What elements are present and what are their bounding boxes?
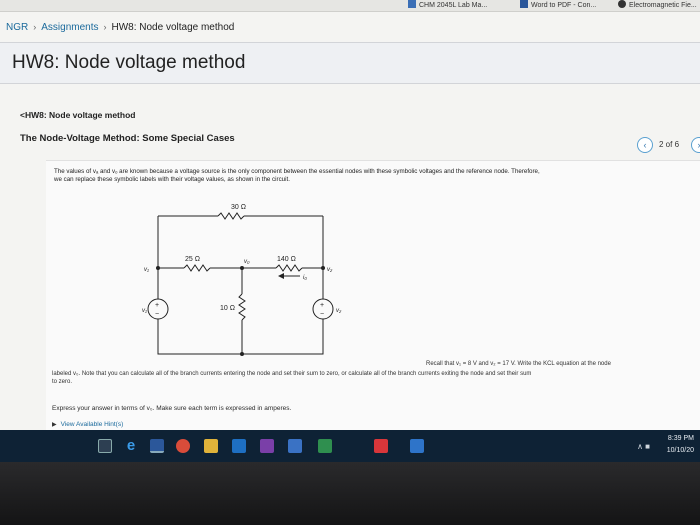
breadcrumb-root[interactable]: NGR (6, 22, 28, 33)
chevron-left-icon[interactable]: ‹ (637, 137, 653, 153)
label-src-right: v₂ (336, 308, 342, 314)
word-icon (520, 0, 528, 8)
label-r-right: 140 Ω (277, 256, 296, 263)
view-hints-link[interactable]: ▶ View Available Hint(s) (52, 421, 123, 428)
resistor-30 (217, 212, 245, 220)
label-r-left: 25 Ω (185, 256, 200, 263)
clock-date: 10/10/20 (666, 447, 694, 454)
page-title: HW8: Node voltage method (12, 52, 246, 73)
src-right-plus: + (320, 302, 324, 309)
resistor-25 (183, 264, 211, 272)
resistor-10 (238, 293, 246, 321)
label-i0: i₀ (303, 275, 307, 281)
src-left-plus: + (155, 302, 159, 309)
kcl-line-1: labeled v₀. Note that you can calculate … (52, 371, 532, 377)
node-v0 (240, 266, 244, 270)
acrobat-icon[interactable] (374, 439, 388, 453)
pager-text: 2 of 6 (659, 140, 680, 149)
laptop-screen: CHM 2045L Lab Ma... Word to PDF - Con...… (0, 0, 700, 462)
label-v2: v₂ (327, 267, 333, 273)
clock-time: 8:39 PM (667, 435, 694, 442)
document-icon (408, 0, 416, 8)
recall-text: Recall that v₁ = 8 V and v₂ = 17 V. Writ… (426, 361, 611, 367)
back-to-assignment-link[interactable]: <HW8: Node voltage method (20, 110, 135, 120)
strip-item-lab-manual[interactable]: CHM 2045L Lab Ma... (408, 0, 487, 12)
node-v2 (321, 266, 325, 270)
intro-text: The values of vₐ and vₒ are known becaus… (54, 168, 694, 184)
chrome-icon[interactable] (176, 439, 190, 453)
node-v1 (156, 266, 160, 270)
system-clock[interactable]: 8:39 PM 10/10/20 (667, 433, 694, 457)
laptop-bezel (0, 462, 700, 525)
label-r-top: 30 Ω (231, 204, 246, 211)
strip-item-electromagnetic[interactable]: Electromagnetic Fie... (618, 0, 697, 12)
system-tray-icons[interactable]: ∧ ■ (637, 442, 650, 451)
label-v0: v₀ (244, 259, 250, 265)
word-icon[interactable] (150, 439, 164, 453)
triangle-right-icon: ▶ (52, 422, 57, 428)
current-arrow-head (278, 273, 284, 279)
store-icon[interactable] (232, 439, 246, 453)
src-left-minus: − (155, 311, 159, 318)
section-title: The Node-Voltage Method: Some Special Ca… (20, 133, 235, 144)
chevron-right-icon: › (103, 22, 107, 32)
kcl-line-2: to zero. (52, 379, 73, 385)
breadcrumb-assignments[interactable]: Assignments (41, 22, 98, 33)
edge-icon[interactable]: e (124, 438, 138, 453)
express-instructions: Express your answer in terms of v₀. Make… (52, 405, 292, 412)
label-src-left: v₁ (142, 308, 147, 314)
breadcrumb: NGR › Assignments › HW8: Node voltage method (6, 22, 234, 33)
onedrive-icon[interactable] (288, 439, 302, 453)
intro-line-2: we can replace these symbolic labels wit… (54, 176, 290, 183)
label-v1: v₁ (144, 267, 149, 273)
windows-taskbar: e ∧ ■ 8:39 PM 10/10/20 (0, 430, 700, 462)
top-taskbar-strip: CHM 2045L Lab Ma... Word to PDF - Con...… (0, 0, 700, 12)
chevron-right-icon: › (33, 22, 37, 32)
kcl-instructions: labeled v₀. Note that you can calculate … (52, 370, 692, 386)
task-view-icon[interactable] (98, 439, 112, 453)
resistor-140 (275, 264, 303, 272)
hints-label: View Available Hint(s) (60, 421, 124, 428)
node-ground (240, 352, 244, 356)
chevron-right-icon[interactable]: › (691, 137, 700, 153)
file-explorer-icon[interactable] (204, 439, 218, 453)
wire-frame (157, 216, 324, 355)
src-right-minus: − (320, 311, 324, 318)
media-icon[interactable] (410, 439, 424, 453)
circuit-diagram: 30 Ω 25 Ω 140 Ω 10 Ω v₁ v₂ v₀ i₀ v₁ v₂ +… (142, 204, 342, 356)
label-r-mid: 10 Ω (220, 305, 235, 312)
chrome-icon (618, 0, 626, 8)
onenote-icon[interactable] (260, 439, 274, 453)
unknown-icon[interactable] (318, 439, 332, 453)
page-header: HW8: Node voltage method (0, 42, 700, 84)
breadcrumb-current: HW8: Node voltage method (111, 22, 235, 33)
strip-item-word-to-pdf[interactable]: Word to PDF - Con... (520, 0, 596, 12)
intro-line-1: The values of vₐ and vₒ are known becaus… (54, 168, 540, 175)
